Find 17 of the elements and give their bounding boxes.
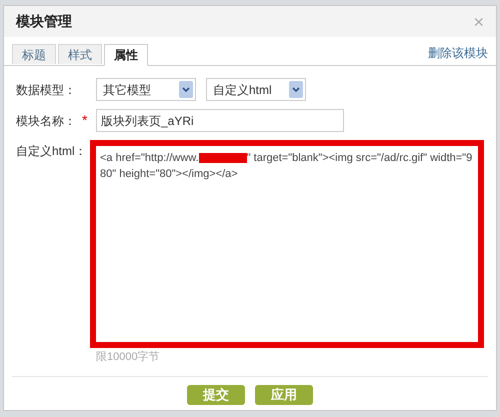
tab[interactable]: 属性: [104, 44, 148, 66]
html-code-field[interactable]: <a href="http://www. " target="blank"><img src="/ad/rc.gif" width="980" height="80"></img></a>: [90, 140, 484, 348]
length-hint: 限10000字节: [96, 350, 161, 365]
field-label: 模块名称：: [16, 112, 77, 130]
chevron-down-icon: [179, 81, 193, 98]
field-label: 自定义html：: [16, 143, 88, 160]
redaction-mark: [198, 153, 247, 164]
chevron-down-icon: [289, 81, 303, 98]
field-label: 数据模型：: [16, 82, 77, 98]
required-mark: *: [82, 111, 88, 130]
dropdown-select[interactable]: 自定义html: [206, 78, 306, 101]
tab[interactable]: 样式: [58, 44, 102, 64]
dropdown-select[interactable]: 其它模型: [96, 78, 196, 101]
tab[interactable]: 标题: [12, 44, 56, 64]
delete-module-link[interactable]: 删除该模块: [428, 44, 488, 62]
module-name-field[interactable]: 版块列表页_aYRi: [96, 109, 344, 132]
window-title: 模块管理: [16, 12, 72, 31]
